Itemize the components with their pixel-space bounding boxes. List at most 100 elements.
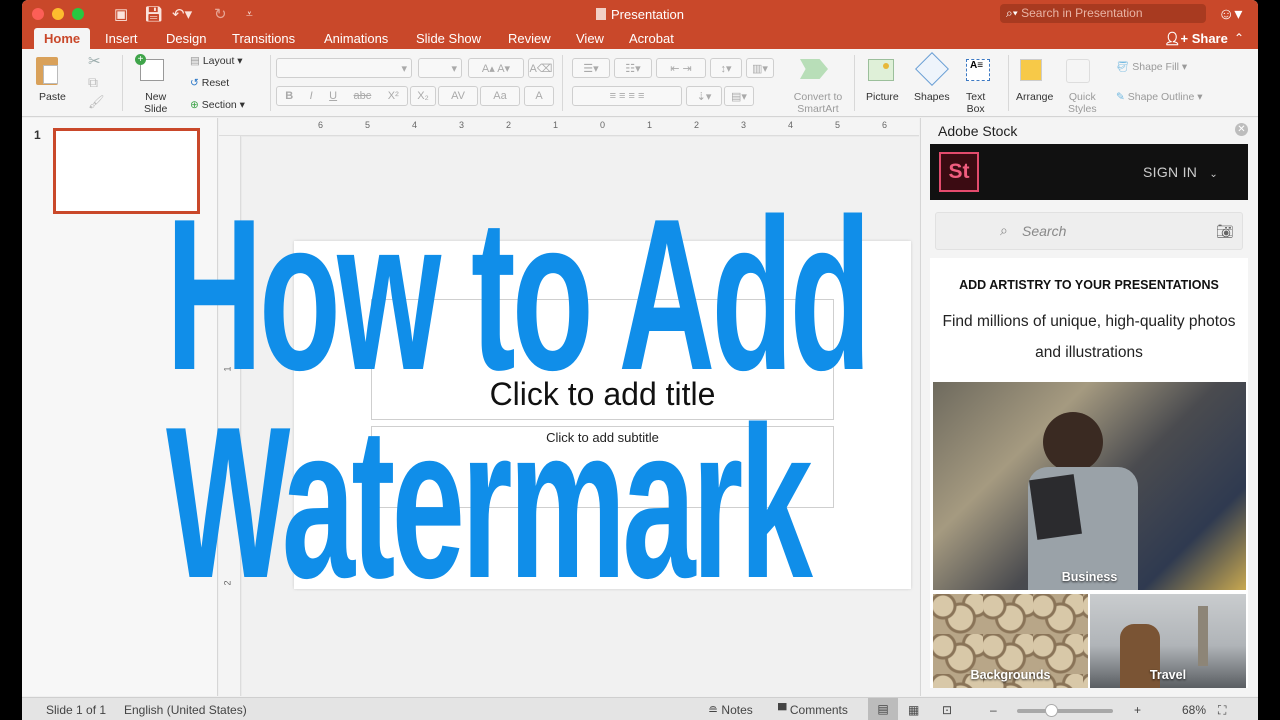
notes-icon: ≘ — [708, 703, 719, 717]
new-slide-button[interactable]: New Slide — [144, 91, 167, 115]
strikethrough-button[interactable]: abc — [354, 90, 372, 102]
share-button[interactable]: 👤︎+ Share — [1164, 31, 1228, 47]
language-indicator[interactable]: English (United States) — [124, 703, 247, 717]
divider — [270, 55, 271, 111]
shapes-icon[interactable] — [915, 52, 949, 86]
collapse-ribbon-icon[interactable]: ⌃ — [1234, 31, 1244, 45]
slide-sorter-button[interactable]: ▦ — [908, 703, 919, 717]
reset-button[interactable]: ↺ Reset — [190, 77, 229, 89]
comments-button[interactable]: ▀ Comments — [778, 703, 848, 717]
alignment-buttons[interactable]: ≡ ≡ ≡ ≡ — [572, 86, 682, 106]
subscript-button[interactable]: X₂ — [410, 86, 436, 106]
tab-design[interactable]: Design — [166, 31, 206, 46]
search-icon: ⌕ — [1000, 222, 1008, 238]
zoom-slider[interactable] — [1017, 704, 1113, 717]
stock-search-input[interactable]: ⌕ Search 📷︎ — [935, 212, 1243, 250]
convert-to-smartart-button[interactable]: Convert to SmartArt — [792, 91, 844, 115]
vertical-ruler[interactable]: 1 2 — [219, 136, 241, 696]
italic-button[interactable]: I — [310, 90, 313, 102]
search-input[interactable]: ⌕▾ Search in Presentation — [1000, 4, 1206, 23]
font-name-select[interactable]: ▾ — [276, 58, 412, 78]
paste-icon[interactable] — [36, 57, 58, 85]
ruler-tick-label: 2 — [506, 120, 512, 130]
tile-label: Business — [1061, 570, 1118, 584]
tab-review[interactable]: Review — [508, 31, 551, 46]
picture-icon[interactable] — [868, 59, 894, 81]
camera-icon[interactable]: 📷︎ — [1216, 223, 1234, 240]
subtitle-placeholder[interactable]: Click to add subtitle — [371, 426, 834, 508]
slide-counter: Slide 1 of 1 — [46, 703, 107, 717]
reset-icon: ↺ — [190, 77, 199, 89]
sign-in-button[interactable]: SIGN IN ⌄ — [1143, 164, 1218, 180]
paste-button[interactable]: Paste — [39, 91, 66, 103]
tab-insert[interactable]: Insert — [105, 31, 138, 46]
divider — [562, 55, 563, 111]
tab-view[interactable]: View — [576, 31, 604, 46]
notes-button[interactable]: ≘ Notes — [708, 703, 753, 717]
text-box-button[interactable]: Text Box — [966, 91, 985, 115]
copy-icon[interactable]: ⧉ — [88, 74, 98, 91]
layout-button[interactable]: ▤ Layout ▾ — [190, 55, 243, 67]
fit-to-window-icon[interactable]: ⛶ — [1218, 703, 1226, 718]
ribbon-home: Paste ✂ ⧉ 🖌︎ + New Slide ▤ Layout ▾ ↺ Res… — [22, 49, 1258, 117]
ruler-tick-label: 3 — [741, 120, 747, 130]
photo-tower — [1198, 606, 1208, 666]
comment-icon: ▀ — [778, 703, 787, 717]
clear-formatting-icon[interactable]: A⌫ — [528, 58, 554, 78]
cut-icon[interactable]: ✂ — [88, 52, 101, 70]
tab-animations[interactable]: Animations — [324, 31, 388, 46]
align-text-button[interactable]: ▤▾ — [724, 86, 754, 106]
shape-fill-button[interactable]: 🪣︎ Shape Fill ▾ — [1116, 61, 1187, 73]
zoom-out-button[interactable]: – — [990, 703, 997, 717]
font-size-grow-shrink[interactable]: A▴ A▾ — [468, 58, 524, 78]
tab-acrobat[interactable]: Acrobat — [629, 31, 674, 46]
font-color-button[interactable]: A — [524, 86, 554, 106]
smartart-icon[interactable] — [800, 59, 828, 79]
slide-thumbnail[interactable] — [53, 128, 200, 214]
category-tile-backgrounds[interactable]: Backgrounds — [933, 594, 1088, 688]
quick-styles-icon[interactable] — [1066, 59, 1090, 83]
zoom-slider-handle[interactable] — [1044, 704, 1058, 717]
underline-button[interactable]: U — [329, 90, 337, 102]
reading-view-button[interactable]: ⊡ — [942, 703, 952, 717]
ruler-tick-label: 5 — [835, 120, 841, 130]
bold-button[interactable]: B — [285, 90, 293, 102]
zoom-level[interactable]: 68% — [1182, 703, 1206, 717]
numbering-button[interactable]: ☷▾ — [614, 58, 652, 78]
arrange-button[interactable]: Arrange — [1016, 91, 1053, 103]
tab-transitions[interactable]: Transitions — [232, 31, 295, 46]
indent-buttons[interactable]: ⇤ ⇥ — [656, 58, 706, 78]
horizontal-ruler[interactable]: 6 5 4 3 2 1 0 1 2 3 4 5 6 — [219, 118, 919, 136]
slide[interactable]: Click to add title Click to add subtitle — [294, 241, 911, 589]
text-format-group: B I U abc X² — [276, 86, 408, 106]
status-bar: Slide 1 of 1 English (United States) ≘ N… — [22, 697, 1258, 720]
new-slide-icon[interactable]: + — [135, 54, 164, 81]
arrange-icon[interactable] — [1020, 59, 1042, 81]
character-spacing-button[interactable]: AV — [438, 86, 478, 106]
section-button[interactable]: ⊕ Section ▾ — [190, 99, 245, 111]
font-size-select[interactable]: ▾ — [418, 58, 462, 78]
feedback-smiley-icon[interactable]: ☺▾ — [1218, 4, 1242, 24]
tab-slide-show[interactable]: Slide Show — [416, 31, 481, 46]
shape-outline-button[interactable]: ✎ Shape Outline ▾ — [1116, 91, 1203, 103]
tab-home[interactable]: Home — [34, 28, 91, 49]
title-placeholder[interactable]: Click to add title — [371, 299, 834, 420]
zoom-in-button[interactable]: + — [1134, 703, 1141, 717]
change-case-button[interactable]: Aa — [480, 86, 520, 106]
picture-button[interactable]: Picture — [866, 91, 899, 103]
normal-view-button[interactable]: ▤ — [868, 698, 898, 720]
search-icon: ⌕▾ — [1006, 6, 1018, 20]
category-tile-business[interactable]: Business — [933, 382, 1246, 590]
category-tile-travel[interactable]: Travel — [1090, 594, 1246, 688]
line-spacing-button[interactable]: ↕▾ — [710, 58, 742, 78]
format-painter-icon[interactable]: 🖌︎ — [88, 94, 105, 110]
superscript-button[interactable]: X² — [388, 90, 399, 102]
text-box-icon[interactable]: A≡ — [966, 59, 990, 81]
bullets-button[interactable]: ☰▾ — [572, 58, 610, 78]
columns-button[interactable]: ▥▾ — [746, 58, 774, 78]
text-direction-button[interactable]: ⇣▾ — [686, 86, 722, 106]
shapes-button[interactable]: Shapes — [914, 91, 950, 103]
quick-styles-button[interactable]: Quick Styles — [1068, 91, 1097, 115]
close-pane-button[interactable]: ✕ — [1235, 123, 1248, 136]
ruler-tick-label: 4 — [788, 120, 794, 130]
